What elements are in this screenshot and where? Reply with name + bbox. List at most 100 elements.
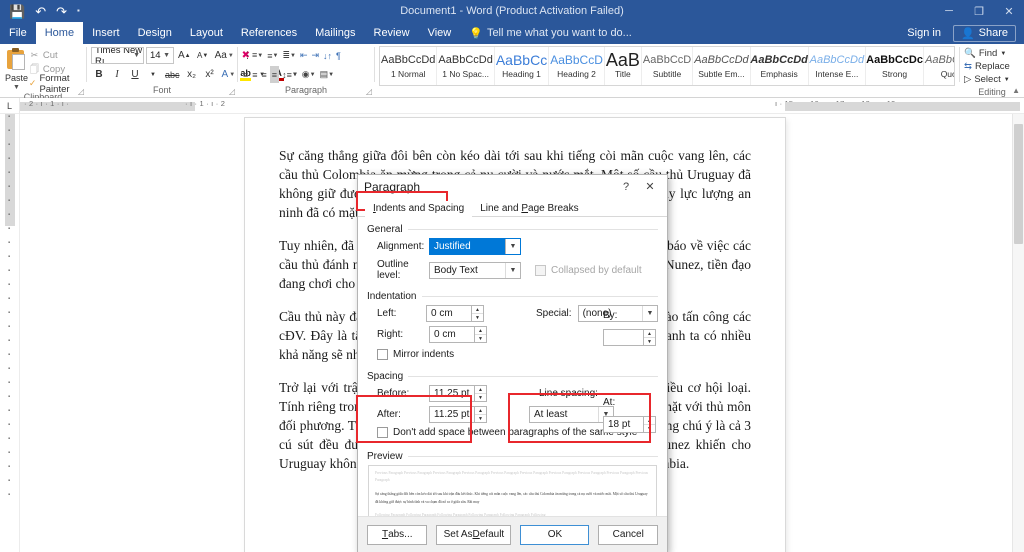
redo-icon[interactable]: ↷ — [56, 5, 67, 18]
space-before-stepper[interactable]: 11.25 pt ▲ ▼ — [429, 385, 487, 402]
special-select[interactable]: (none) ▼ — [577, 305, 658, 322]
change-case-button[interactable]: Aa ▼ — [213, 47, 236, 64]
tab-home[interactable]: Home — [35, 22, 84, 44]
style-item[interactable]: AaBbCcDd Emphasis — [750, 47, 809, 85]
tab-design[interactable]: Design — [129, 22, 181, 44]
strikethrough-button[interactable]: abc — [163, 66, 182, 83]
maximize-button[interactable]: ❐ — [964, 0, 994, 22]
align-left-icon[interactable]: ≡ — [242, 66, 249, 83]
chevron-down-icon[interactable]: ▼ — [163, 52, 170, 59]
shading-icon[interactable]: ◉ ▼ — [301, 66, 317, 83]
tab-line-and-page-breaks[interactable]: Line and Page Breaks — [472, 201, 586, 217]
vertical-scrollbar[interactable] — [1012, 114, 1024, 552]
tell-me-search[interactable]: 💡 Tell me what you want to do... — [460, 22, 641, 44]
paste-button[interactable]: Paste ▼ — [4, 46, 29, 91]
find-button[interactable]: 🔍 Find ▼ — [964, 47, 1010, 60]
superscript-button[interactable]: x² — [202, 66, 218, 83]
stepper-down-icon[interactable]: ▼ — [644, 338, 655, 345]
by-value[interactable] — [603, 329, 643, 346]
show-marks-icon[interactable]: ¶ — [335, 47, 342, 64]
style-item[interactable]: AaBbCcDc Strong — [866, 47, 925, 85]
collapse-ribbon-icon[interactable]: ▲ — [1012, 86, 1020, 95]
chevron-down-icon[interactable]: ▼ — [642, 306, 657, 321]
dialog-close-button[interactable]: ✕ — [639, 177, 661, 197]
paragraph-dialog[interactable]: Paragraph ? ✕ Indents and Spacing Line a… — [356, 174, 668, 552]
style-item[interactable]: AaBbCcDd 1 No Spac... — [437, 47, 495, 85]
tab-references[interactable]: References — [232, 22, 306, 44]
chevron-down-icon[interactable]: ▼ — [505, 239, 520, 254]
sort-icon[interactable]: ↓↑ — [322, 47, 333, 64]
align-right-icon[interactable]: ≡ — [261, 66, 268, 83]
stepper-up-icon[interactable]: ▲ — [644, 417, 655, 425]
tab-insert[interactable]: Insert — [83, 22, 129, 44]
horizontal-ruler[interactable]: L · 2 · ı · 1 · ı · · ı · 1 · ı · 2 ı · … — [0, 98, 1024, 114]
collapsed-by-default-checkbox[interactable]: Collapsed by default — [535, 264, 642, 276]
line-spacing-select[interactable]: At least ▼ — [529, 406, 614, 423]
bold-button[interactable]: B — [91, 66, 107, 83]
at-value[interactable]: 18 pt — [603, 416, 643, 433]
stepper-down-icon[interactable]: ▼ — [472, 314, 483, 321]
tab-layout[interactable]: Layout — [181, 22, 232, 44]
clipboard-dialog-launcher[interactable]: ◿ — [78, 87, 84, 96]
right-indent-stepper[interactable]: 0 cm ▲ ▼ — [429, 326, 487, 343]
stepper-up-icon[interactable]: ▲ — [471, 306, 483, 314]
scrollbar-thumb[interactable] — [1014, 124, 1023, 244]
borders-icon[interactable]: ▤ ▼ — [319, 66, 335, 83]
underline-button[interactable]: U — [127, 66, 143, 83]
stepper-down-icon[interactable]: ▼ — [475, 394, 486, 401]
numbering-icon[interactable]: ≡ ▼ — [266, 47, 279, 64]
font-dialog-launcher[interactable]: ◿ — [229, 87, 235, 96]
line-spacing-icon[interactable]: ↕≡ ▼ — [281, 66, 299, 83]
format-painter-button[interactable]: ✓ Format Painter — [29, 73, 82, 95]
save-icon[interactable]: 💾 — [9, 5, 25, 18]
sign-in-button[interactable]: Sign in — [901, 27, 947, 39]
share-button[interactable]: 👤 Share — [952, 24, 1016, 42]
select-button[interactable]: ▷ Select ▼ — [964, 73, 1010, 86]
tab-indents-and-spacing[interactable]: Indents and Spacing — [365, 201, 473, 217]
at-stepper[interactable]: 18 pt ▲ ▼ — [603, 416, 656, 433]
style-item[interactable]: AaBbCcD Subtitle — [642, 47, 694, 85]
style-item[interactable]: AaBbCcDd 1 Normal — [380, 47, 438, 85]
style-item[interactable]: AaBbCcDd Quote — [924, 47, 954, 85]
underline-chevron-icon[interactable]: ▼ — [145, 66, 161, 83]
font-name-input[interactable]: Times New Rı ▼ — [91, 47, 144, 64]
space-before-value[interactable]: 11.25 pt — [429, 385, 474, 402]
tab-file[interactable]: File — [0, 22, 36, 44]
account-area[interactable]: Sign in 👤 Share — [901, 22, 1024, 44]
italic-button[interactable]: I — [109, 66, 125, 83]
style-item[interactable]: AaB Title — [605, 47, 642, 85]
align-center-icon[interactable]: ≡ — [251, 66, 258, 83]
style-item[interactable]: AaBbCc Heading 1 — [495, 47, 550, 85]
set-as-default-button[interactable]: Set As Default — [436, 524, 512, 545]
outline-level-select[interactable]: Body Text ▼ — [429, 261, 521, 279]
subscript-button[interactable]: x₂ — [184, 66, 200, 83]
text-effects-button[interactable]: A ▼ — [220, 66, 238, 83]
chevron-down-icon[interactable]: ▼ — [505, 262, 520, 278]
style-item[interactable]: AaBbCcDd Subtle Em... — [693, 47, 751, 85]
chevron-down-icon[interactable]: ▼ — [133, 52, 140, 59]
grow-font-button[interactable]: A ▲ — [176, 47, 193, 64]
by-stepper[interactable]: ▲ ▼ — [603, 329, 656, 346]
minimize-button[interactable]: ─ — [934, 0, 964, 22]
stepper-down-icon[interactable]: ▼ — [644, 425, 655, 432]
stepper-up-icon[interactable]: ▲ — [644, 330, 655, 338]
close-button[interactable]: ✕ — [994, 0, 1024, 22]
ok-button[interactable]: OK — [520, 524, 590, 545]
shrink-font-button[interactable]: A ▼ — [195, 47, 211, 64]
tab-stop-selector[interactable]: L — [0, 98, 20, 114]
space-after-value[interactable]: 11.25 pt — [429, 406, 474, 423]
quick-access-toolbar[interactable]: 💾 ↶ ↷ ▪ — [0, 5, 80, 18]
decrease-indent-icon[interactable]: ⇤ — [299, 47, 309, 64]
cancel-button[interactable]: Cancel — [598, 524, 658, 545]
stepper-up-icon[interactable]: ▲ — [475, 386, 486, 394]
tab-view[interactable]: View — [419, 22, 461, 44]
chevron-down-icon[interactable]: ▼ — [1000, 51, 1006, 57]
tabs-button[interactable]: Tabs... — [367, 524, 428, 545]
dialog-tabs[interactable]: Indents and Spacing Line and Page Breaks — [358, 198, 667, 217]
tab-review[interactable]: Review — [365, 22, 419, 44]
increase-indent-icon[interactable]: ⇥ — [310, 47, 320, 64]
multilevel-list-icon[interactable]: ≣ ▼ — [281, 47, 297, 64]
tab-mailings[interactable]: Mailings — [306, 22, 364, 44]
undo-icon[interactable]: ↶ — [35, 5, 46, 18]
styles-gallery[interactable]: AaBbCcDd 1 Normal AaBbCcDd 1 No Spac... Aa… — [379, 46, 955, 86]
